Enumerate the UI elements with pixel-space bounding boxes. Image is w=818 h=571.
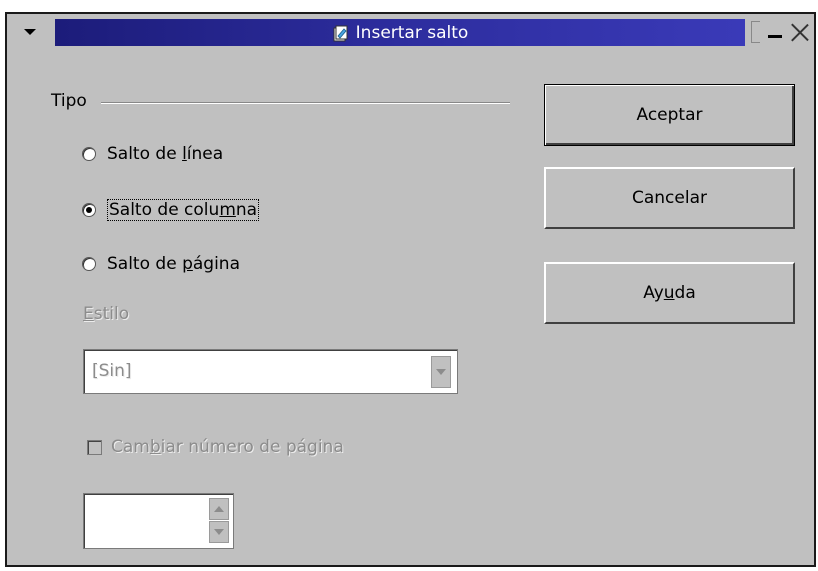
- app-icon: [332, 24, 350, 42]
- window-menu-button[interactable]: [13, 20, 47, 44]
- window-title: Insertar salto: [355, 22, 469, 43]
- help-button[interactable]: Ayuda: [544, 262, 795, 324]
- arrow-down-icon: [214, 529, 224, 535]
- page-number-spinner[interactable]: [83, 493, 234, 549]
- change-page-number-label: Cambiar número de página: [111, 437, 344, 457]
- style-select[interactable]: [Sin]: [83, 349, 458, 394]
- group-divider: [101, 102, 510, 104]
- chevron-down-icon: [436, 369, 446, 375]
- radio-button-checked[interactable]: [82, 203, 96, 217]
- shade-icon[interactable]: [751, 21, 760, 43]
- close-icon[interactable]: [790, 22, 810, 42]
- radio-line-break-label: Salto de línea: [107, 144, 224, 164]
- change-page-number-checkbox[interactable]: Cambiar número de página: [87, 437, 344, 457]
- title-bar: Insertar salto: [7, 14, 814, 50]
- radio-line-break[interactable]: Salto de línea: [82, 144, 223, 164]
- cancel-button[interactable]: Cancelar: [544, 167, 795, 229]
- radio-page-break[interactable]: Salto de página: [82, 254, 240, 274]
- style-label: Estilo: [83, 304, 130, 324]
- radio-button[interactable]: [82, 257, 96, 271]
- type-group-title: Tipo: [51, 91, 93, 111]
- radio-button[interactable]: [82, 147, 96, 161]
- dropdown-button[interactable]: [431, 356, 451, 388]
- ok-button[interactable]: Aceptar: [544, 84, 795, 146]
- checkbox[interactable]: [87, 439, 102, 455]
- spin-up-button[interactable]: [209, 498, 229, 520]
- radio-column-break-label: Salto de columna: [107, 199, 260, 221]
- style-select-value: [Sin]: [92, 361, 132, 381]
- help-button-label: Ayuda: [643, 283, 696, 303]
- arrow-up-icon: [214, 506, 224, 512]
- window-controls: [744, 18, 814, 46]
- chevron-down-icon: [24, 29, 36, 35]
- title-area[interactable]: Insertar salto: [55, 19, 745, 46]
- dialog-content: Tipo Salto de línea Salto de columna Sal…: [7, 50, 814, 565]
- minimize-icon[interactable]: [766, 22, 784, 42]
- radio-page-break-label: Salto de página: [107, 254, 240, 274]
- spin-down-button[interactable]: [209, 521, 229, 543]
- insert-break-dialog: Insertar salto Tipo Salto de línea Salto…: [5, 12, 816, 567]
- radio-column-break[interactable]: Salto de columna: [82, 199, 260, 221]
